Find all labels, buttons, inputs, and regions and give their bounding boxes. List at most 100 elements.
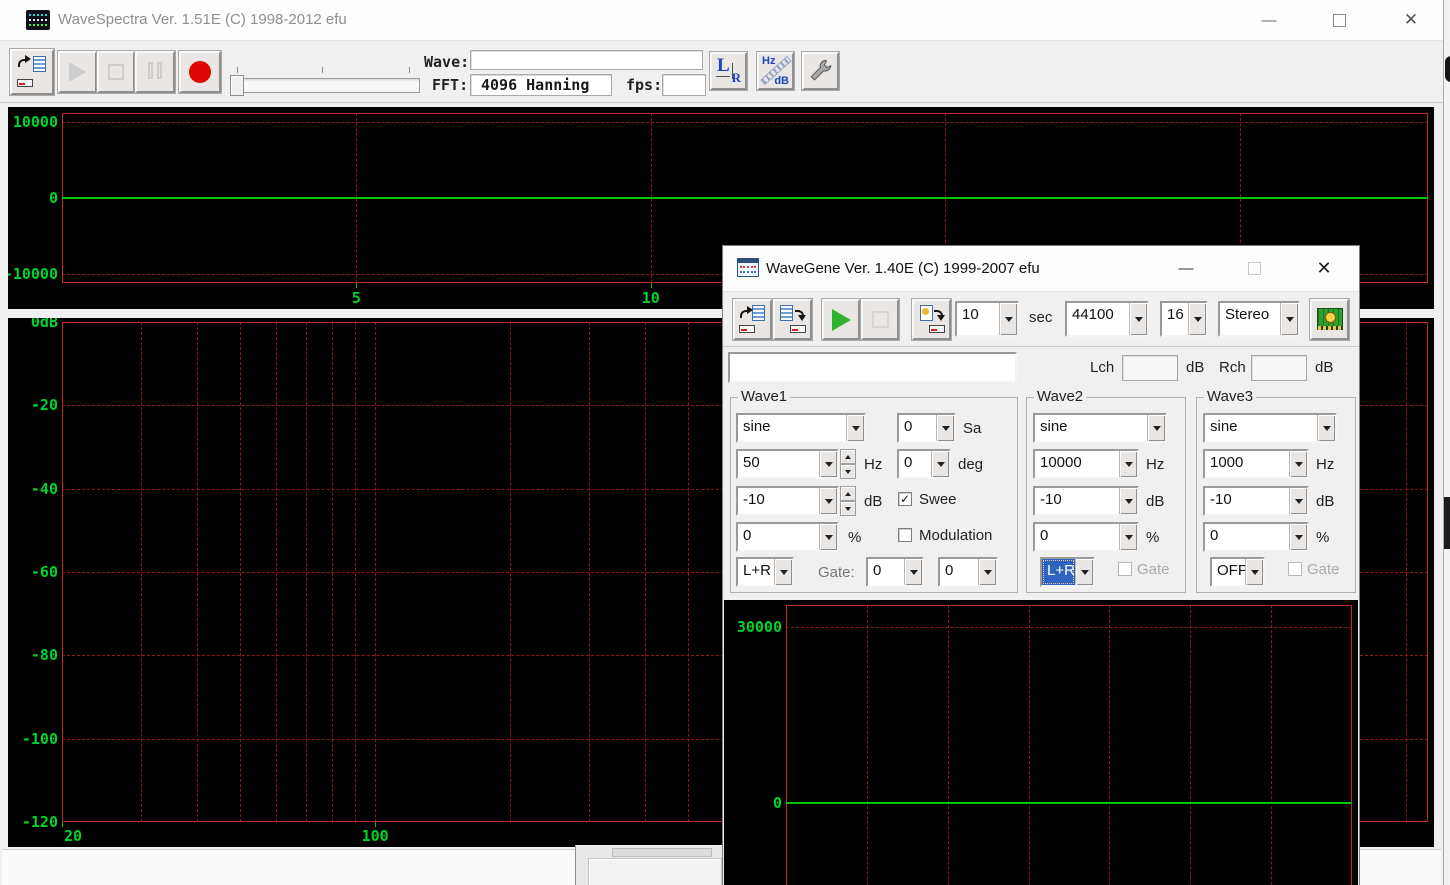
open-button[interactable] bbox=[733, 299, 772, 340]
wave1-level-combo[interactable]: -10 bbox=[736, 486, 839, 516]
fps-input[interactable] bbox=[662, 74, 706, 96]
wave2-gate-label: Gate bbox=[1137, 561, 1170, 578]
position-slider-track[interactable] bbox=[230, 78, 420, 93]
play-button[interactable] bbox=[58, 51, 97, 93]
chevron-down-icon[interactable] bbox=[1188, 303, 1206, 335]
x-tick-mark bbox=[62, 822, 63, 827]
chevron-down-icon[interactable] bbox=[1119, 488, 1137, 514]
chevron-down-icon[interactable] bbox=[1289, 488, 1307, 514]
chevron-down-icon[interactable] bbox=[1317, 415, 1335, 441]
sweep-checkbox[interactable] bbox=[898, 492, 912, 506]
chevron-down-icon[interactable] bbox=[931, 451, 949, 477]
play-button[interactable] bbox=[822, 299, 860, 340]
stop-button[interactable] bbox=[861, 299, 899, 340]
wave2-percent-combo[interactable]: 0 bbox=[1033, 522, 1139, 552]
wave1-gate2-combo[interactable]: 0 bbox=[938, 557, 998, 587]
sound-device-button[interactable] bbox=[1310, 299, 1349, 340]
modulation-checkbox[interactable] bbox=[898, 528, 912, 542]
name-field[interactable] bbox=[728, 352, 1017, 383]
wave2-frequency-combo[interactable]: 10000 bbox=[1033, 449, 1139, 479]
minimize-button[interactable]: — bbox=[1166, 254, 1206, 282]
wave1-level-spinner[interactable] bbox=[840, 486, 856, 516]
chevron-down-icon[interactable] bbox=[1289, 524, 1307, 550]
channels-combo[interactable]: Stereo bbox=[1218, 301, 1300, 337]
chevron-down-icon[interactable] bbox=[999, 303, 1017, 335]
wave3-percent-unit: % bbox=[1316, 529, 1329, 546]
settings-button[interactable] bbox=[802, 52, 839, 90]
db-glyph: dB bbox=[774, 75, 789, 87]
chevron-down-icon[interactable] bbox=[904, 559, 922, 585]
spinner-up-button[interactable] bbox=[840, 449, 856, 464]
open-device-button[interactable] bbox=[10, 49, 54, 95]
chevron-down-icon[interactable] bbox=[936, 415, 954, 441]
chevron-down-icon[interactable] bbox=[1280, 303, 1298, 335]
wave1-frequency-combo[interactable]: 50 bbox=[736, 449, 839, 479]
wave2-level-combo[interactable]: -10 bbox=[1033, 486, 1139, 516]
clipped-scrollbar[interactable] bbox=[1444, 497, 1450, 549]
wave3-percent-combo[interactable]: 0 bbox=[1203, 522, 1309, 552]
wave1-phase-combo[interactable]: 0 bbox=[897, 449, 951, 479]
close-button[interactable]: ✕ bbox=[1304, 254, 1344, 282]
wave1-gate1-combo[interactable]: 0 bbox=[866, 557, 924, 587]
chevron-down-icon[interactable] bbox=[774, 559, 792, 585]
spinner-up-button[interactable] bbox=[840, 486, 856, 501]
record-button[interactable] bbox=[179, 51, 221, 93]
chevron-glyph bbox=[825, 535, 833, 544]
samplerate-combo[interactable]: 44100 bbox=[1065, 301, 1149, 337]
chevron-down-icon[interactable] bbox=[1245, 559, 1263, 585]
minimize-button[interactable]: — bbox=[1248, 6, 1290, 34]
chevron-down-icon[interactable] bbox=[1075, 559, 1093, 585]
wave1-channel-combo[interactable]: L+R bbox=[736, 557, 794, 587]
spinner-down-button[interactable] bbox=[840, 464, 856, 479]
wave3-waveform-combo[interactable]: sine bbox=[1203, 413, 1337, 443]
fragment-panel bbox=[612, 848, 712, 857]
chevron-down-icon[interactable] bbox=[1119, 451, 1137, 477]
wave2-channel-combo[interactable]: L+R bbox=[1040, 557, 1095, 587]
wave1-percent-combo[interactable]: 0 bbox=[736, 522, 839, 552]
chevron-glyph bbox=[1125, 535, 1133, 544]
export-wave-button[interactable] bbox=[912, 299, 951, 340]
channel-lr-button[interactable]: L R bbox=[710, 52, 747, 90]
pause-button[interactable] bbox=[135, 51, 175, 93]
maximize-button[interactable] bbox=[1234, 254, 1274, 282]
position-slider-thumb[interactable] bbox=[230, 75, 244, 96]
wave-file-input[interactable] bbox=[470, 50, 703, 70]
chevron-down-icon bbox=[845, 507, 851, 514]
chevron-down-icon[interactable] bbox=[1147, 415, 1165, 441]
wave1-harmonic-combo[interactable]: 0 bbox=[897, 413, 956, 443]
fft-settings-input[interactable]: 4096 Hanning bbox=[470, 74, 612, 96]
save-button[interactable] bbox=[773, 299, 812, 340]
combo-value: 0 bbox=[1205, 524, 1289, 550]
combo-value: sine bbox=[1035, 415, 1147, 441]
y-tick-label: 0dB bbox=[8, 318, 58, 331]
wave3-level-combo[interactable]: -10 bbox=[1203, 486, 1309, 516]
spinner-down-button[interactable] bbox=[840, 501, 856, 516]
wave3-frequency-combo[interactable]: 1000 bbox=[1203, 449, 1309, 479]
chevron-down-icon[interactable] bbox=[819, 524, 837, 550]
wave1-gate-label: Gate: bbox=[818, 564, 855, 581]
chevron-glyph bbox=[937, 462, 945, 471]
maximize-button[interactable] bbox=[1318, 6, 1360, 34]
modulation-label: Modulation bbox=[919, 527, 992, 544]
wave3-channel-combo[interactable]: OFF bbox=[1210, 557, 1265, 587]
chevron-down-icon[interactable] bbox=[1129, 303, 1147, 335]
y-tick-label: -20 bbox=[8, 396, 58, 414]
wave2-waveform-combo[interactable]: sine bbox=[1033, 413, 1167, 443]
chevron-down-icon[interactable] bbox=[819, 488, 837, 514]
chevron-down-icon[interactable] bbox=[1289, 451, 1307, 477]
duration-combo[interactable]: 10 bbox=[955, 301, 1019, 337]
close-button[interactable]: ✕ bbox=[1390, 6, 1432, 34]
chevron-down-icon[interactable] bbox=[846, 415, 864, 441]
chevron-down-icon[interactable] bbox=[1119, 524, 1137, 550]
document-icon bbox=[780, 305, 793, 321]
bits-combo[interactable]: 16 bbox=[1160, 301, 1208, 337]
stop-button[interactable] bbox=[97, 51, 135, 93]
x-tick-label: 100 bbox=[345, 827, 405, 845]
wave1-frequency-spinner[interactable] bbox=[840, 449, 856, 479]
wave3-level-unit: dB bbox=[1316, 493, 1334, 510]
hz-db-scale-button[interactable]: Hz dB bbox=[757, 52, 794, 90]
chevron-down-icon[interactable] bbox=[819, 451, 837, 477]
chevron-down-icon[interactable] bbox=[978, 559, 996, 585]
wave3-freq-unit: Hz bbox=[1316, 456, 1334, 473]
wave1-waveform-combo[interactable]: sine bbox=[736, 413, 866, 443]
